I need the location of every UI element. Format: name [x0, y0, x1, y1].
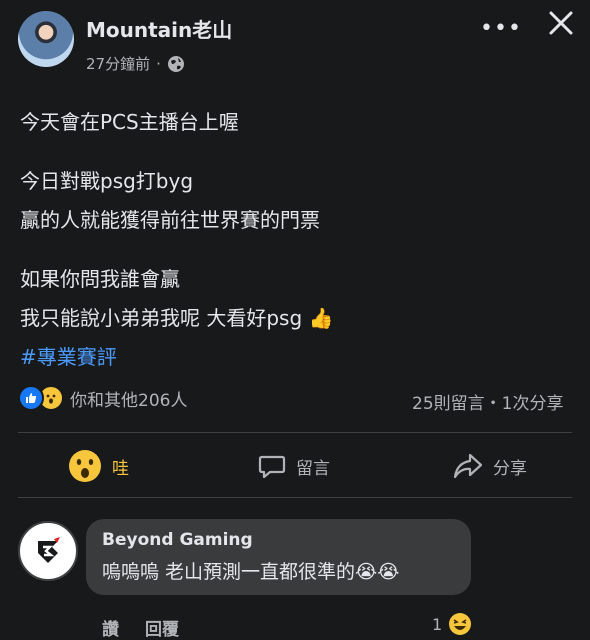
hashtag-link[interactable]: #專業賽評 — [20, 338, 570, 377]
close-icon[interactable] — [548, 10, 574, 36]
wow-reaction-button[interactable]: 哇 — [68, 446, 129, 486]
wow-face-icon — [69, 450, 101, 482]
comment-reaction-count: 1 — [432, 614, 443, 634]
post-line-with-emoji: 我只能說小弟弟我呢 大看好psg 👍 — [20, 299, 570, 338]
divider — [18, 497, 572, 498]
post-line-text: 我只能說小弟弟我呢 大看好psg — [20, 306, 303, 330]
comment-reactions[interactable]: 1 — [432, 612, 472, 636]
wow-label: 哇 — [112, 458, 129, 479]
comment-reply-button[interactable]: 回覆 — [145, 615, 179, 640]
comment-share-stats[interactable]: 25則留言・1次分享 — [412, 389, 563, 414]
divider — [18, 432, 572, 433]
post-line: 今日對戰psg打byg — [20, 169, 194, 193]
author-avatar[interactable] — [18, 11, 74, 67]
comment-icon — [258, 455, 286, 479]
post-time[interactable]: 27分鐘前 — [86, 53, 150, 74]
more-options-icon[interactable]: ••• — [480, 16, 522, 41]
share-icon — [453, 453, 483, 479]
crying-emoji-icon: 😭😭 — [355, 561, 400, 583]
thumbs-up-emoji-icon: 👍 — [308, 306, 334, 330]
post-line: 如果你問我誰會贏 — [20, 267, 180, 291]
reactions-summary[interactable]: 你和其他206人 — [18, 385, 187, 411]
haha-reaction-icon — [449, 613, 472, 635]
like-reaction-icon — [18, 385, 44, 411]
comment-like-button[interactable]: 讚 — [102, 615, 119, 640]
commenter-avatar[interactable] — [18, 521, 78, 581]
beyond-gaming-logo-icon — [38, 537, 60, 563]
meta-dot: · — [156, 54, 161, 73]
comment-text-row: 嗚嗚嗚 老山預測一直都很準的😭😭 — [102, 557, 399, 584]
post-body: 今天會在PCS主播台上喔 今日對戰psg打byg 贏的人就能獲得前往世界賽的門票… — [20, 103, 570, 377]
share-button[interactable]: 分享 — [453, 446, 527, 486]
post-line: 贏的人就能獲得前往世界賽的門票 — [20, 208, 320, 232]
globe-icon — [167, 55, 184, 72]
comment-text: 嗚嗚嗚 老山預測一直都很準的 — [102, 561, 356, 583]
post-author-name[interactable]: Mountain老山 — [86, 14, 232, 43]
reaction-count: 你和其他206人 — [70, 390, 188, 411]
post-meta: 27分鐘前 · — [86, 53, 185, 74]
share-label: 分享 — [493, 458, 527, 479]
commenter-name[interactable]: Beyond Gaming — [102, 530, 253, 550]
post-line: 今天會在PCS主播台上喔 — [20, 110, 239, 134]
comment-label: 留言 — [296, 458, 330, 479]
comment-actions: 讚 回覆 — [102, 615, 179, 640]
comment-button[interactable]: 留言 — [258, 446, 330, 486]
